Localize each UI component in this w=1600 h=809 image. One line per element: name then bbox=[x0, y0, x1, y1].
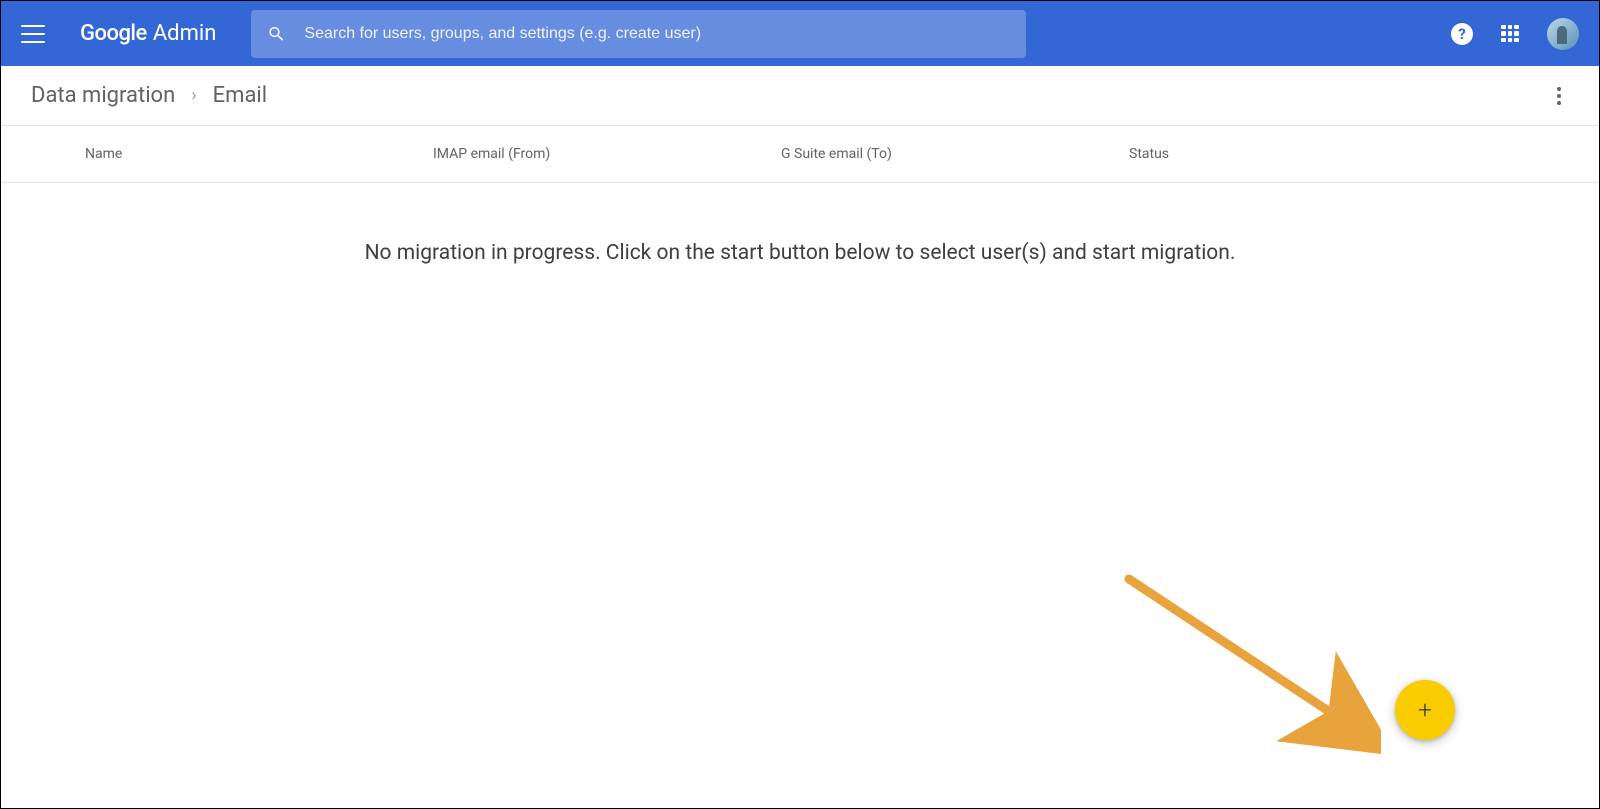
search-box[interactable] bbox=[251, 10, 1026, 58]
avatar[interactable] bbox=[1547, 18, 1579, 50]
column-name: Name bbox=[85, 146, 433, 162]
add-fab-button[interactable]: + bbox=[1395, 680, 1455, 740]
breadcrumb-parent[interactable]: Data migration bbox=[31, 83, 175, 108]
logo-product: Admin bbox=[153, 21, 217, 46]
app-header: Google Admin ? bbox=[1, 1, 1599, 66]
breadcrumb-current: Email bbox=[213, 83, 267, 108]
table-header: Name IMAP email (From) G Suite email (To… bbox=[1, 126, 1599, 183]
chevron-right-icon: › bbox=[191, 85, 196, 106]
menu-icon[interactable] bbox=[21, 22, 45, 46]
breadcrumb: Data migration › Email bbox=[1, 66, 1599, 126]
column-status: Status bbox=[1129, 146, 1169, 162]
apps-icon[interactable] bbox=[1501, 25, 1519, 43]
logo[interactable]: Google Admin bbox=[80, 21, 216, 46]
column-from: IMAP email (From) bbox=[433, 146, 781, 162]
help-icon[interactable]: ? bbox=[1451, 23, 1473, 45]
arrow-annotation bbox=[1121, 571, 1381, 761]
column-to: G Suite email (To) bbox=[781, 146, 1129, 162]
empty-state-message: No migration in progress. Click on the s… bbox=[1, 183, 1599, 265]
search-icon bbox=[267, 24, 286, 44]
logo-brand: Google bbox=[80, 21, 147, 46]
search-input[interactable] bbox=[304, 25, 1010, 43]
plus-icon: + bbox=[1418, 696, 1432, 724]
header-actions: ? bbox=[1451, 18, 1579, 50]
more-vert-icon[interactable] bbox=[1549, 79, 1569, 113]
